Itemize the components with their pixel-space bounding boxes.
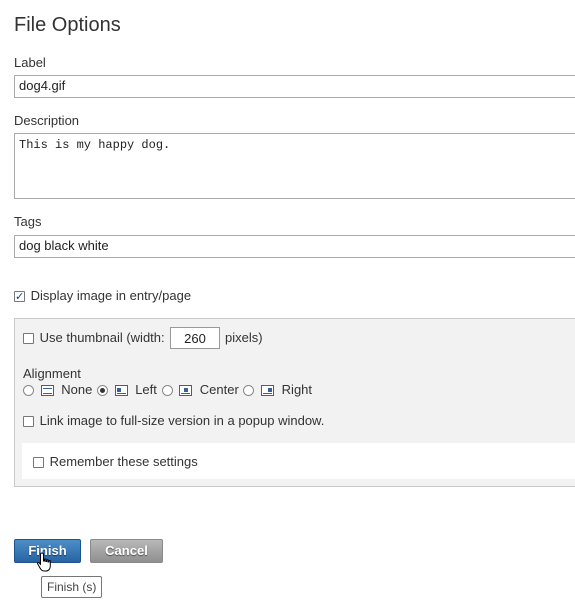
align-right-label: Right (281, 382, 313, 397)
popup-link-checkbox[interactable] (23, 416, 34, 428)
align-none-label: None (61, 382, 93, 397)
remember-settings-label: Remember these settings (49, 454, 198, 469)
alignment-label: Alignment (23, 366, 81, 381)
align-left-radio[interactable] (96, 385, 108, 397)
thumbnail-checkbox[interactable] (23, 333, 34, 345)
remember-settings-checkbox[interactable] (33, 457, 44, 469)
display-image-label: Display image in entry/page (30, 288, 192, 303)
align-none-radio[interactable] (23, 385, 34, 397)
remember-settings-option[interactable]: Remember these settings (33, 454, 198, 469)
label-field-label: Label (14, 55, 46, 70)
align-right-option[interactable]: Right (243, 382, 312, 397)
align-center-option[interactable]: Center (161, 382, 243, 397)
thumbnail-label-suffix: pixels) (225, 330, 263, 345)
finish-tooltip: Finish (s) (41, 576, 103, 598)
description-field-label: Description (14, 113, 80, 128)
hand-cursor-icon (36, 552, 51, 572)
align-none-icon (40, 385, 54, 397)
align-left-label: Left (135, 382, 157, 397)
cancel-button[interactable]: Cancel (90, 539, 163, 563)
popup-link-option[interactable]: Link image to full-size version in a pop… (23, 413, 324, 428)
popup-link-label: Link image to full-size version in a pop… (39, 413, 325, 428)
page-title: File Options (14, 14, 121, 36)
display-image-option[interactable]: Display image in entry/page (14, 288, 191, 303)
display-image-checkbox[interactable] (14, 291, 25, 303)
thumbnail-width-input[interactable]: 260 (170, 327, 220, 349)
align-left-icon (114, 385, 128, 397)
thumbnail-option[interactable]: Use thumbnail (width: (23, 328, 165, 348)
align-center-icon (179, 385, 193, 397)
description-textarea[interactable]: This is my happy dog. (14, 133, 575, 199)
align-right-icon (261, 385, 275, 397)
align-center-radio[interactable] (161, 385, 173, 397)
align-none-option[interactable]: None (23, 382, 96, 397)
align-center-label: Center (199, 382, 239, 397)
label-input[interactable]: dog4.gif (14, 75, 575, 98)
align-left-option[interactable]: Left (96, 382, 161, 397)
align-right-radio[interactable] (243, 385, 255, 397)
tags-input[interactable]: dog black white (14, 235, 575, 258)
tags-field-label: Tags (14, 214, 42, 229)
thumbnail-label-prefix: Use thumbnail (width: (39, 330, 165, 345)
alignment-options: None Left Center Right (23, 382, 312, 397)
